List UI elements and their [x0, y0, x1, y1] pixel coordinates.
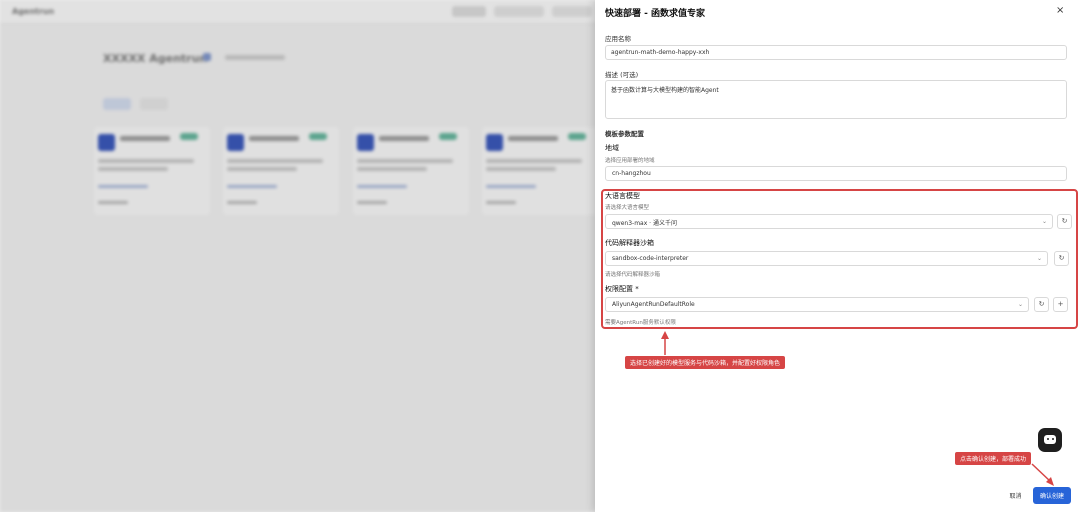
modal-backdrop[interactable] — [0, 0, 595, 512]
add-role-button[interactable]: + — [1053, 297, 1068, 312]
chevron-down-icon: ⌄ — [1041, 218, 1047, 225]
role-hint: 需要AgentRun服务默认权限 — [605, 320, 676, 326]
app-name-input[interactable] — [605, 45, 1067, 60]
cancel-button[interactable]: 取消 — [1003, 488, 1028, 503]
name-label: 应用名称 — [605, 35, 631, 43]
refresh-model-button[interactable]: ↻ — [1057, 214, 1072, 229]
confirm-create-button[interactable]: 确认创建 — [1033, 487, 1071, 504]
sandbox-select-value: sandbox-code-interpreter — [612, 255, 689, 262]
confirm-callout: 点击确认创建，部署成功 — [955, 452, 1032, 465]
chat-assistant-button[interactable] — [1038, 428, 1062, 452]
chevron-down-icon: ⌄ — [1017, 301, 1023, 308]
config-callout: 选择已创建好的模型服务与代码沙箱，并配置好权限角色 — [625, 356, 786, 369]
refresh-role-button[interactable]: ↻ — [1034, 297, 1049, 312]
region-select-value: cn-hangzhou — [612, 170, 651, 177]
refresh-sandbox-button[interactable]: ↻ — [1054, 251, 1069, 266]
model-service-label: 大语言模型 — [605, 192, 640, 200]
model-service-select[interactable]: qwen3-max · 通义千问 ⌄ — [605, 214, 1053, 229]
role-select-value: AliyunAgentRunDefaultRole — [612, 301, 695, 308]
model-service-select-value: qwen3-max · 通义千问 — [612, 220, 677, 227]
sandbox-hint: 请选择代码解释器沙箱 — [605, 272, 661, 278]
description-textarea[interactable]: 基于函数计算与大模型构建的智能Agent — [605, 80, 1067, 119]
template-config-title: 模板参数配置 — [605, 130, 644, 138]
region-select[interactable]: cn-hangzhou — [605, 166, 1067, 181]
drawer-title: 快速部署 - 函数求值专家 — [605, 9, 706, 19]
role-select[interactable]: AliyunAgentRunDefaultRole ⌄ — [605, 297, 1029, 312]
region-label: 地域 — [605, 144, 619, 152]
chevron-down-icon: ⌄ — [1036, 255, 1042, 262]
chat-bubble-icon — [1044, 435, 1056, 444]
close-icon[interactable]: × — [1056, 5, 1064, 16]
sandbox-select[interactable]: sandbox-code-interpreter ⌄ — [605, 251, 1048, 266]
region-hint: 选择应用部署的地域 — [605, 158, 655, 164]
add-icon: + — [1057, 300, 1064, 308]
quick-deploy-drawer: 快速部署 - 函数求值专家 × 应用名称 描述 (可选) 基于函数计算与大模型构… — [595, 0, 1080, 512]
refresh-icon: ↻ — [1058, 254, 1065, 262]
sandbox-label: 代码解释器沙箱 — [605, 239, 654, 247]
refresh-icon: ↻ — [1038, 300, 1045, 308]
refresh-icon: ↻ — [1061, 217, 1068, 225]
model-service-hint: 请选择大语言模型 — [605, 205, 650, 211]
role-label: 权限配置 * — [605, 285, 639, 293]
description-label: 描述 (可选) — [605, 71, 639, 79]
